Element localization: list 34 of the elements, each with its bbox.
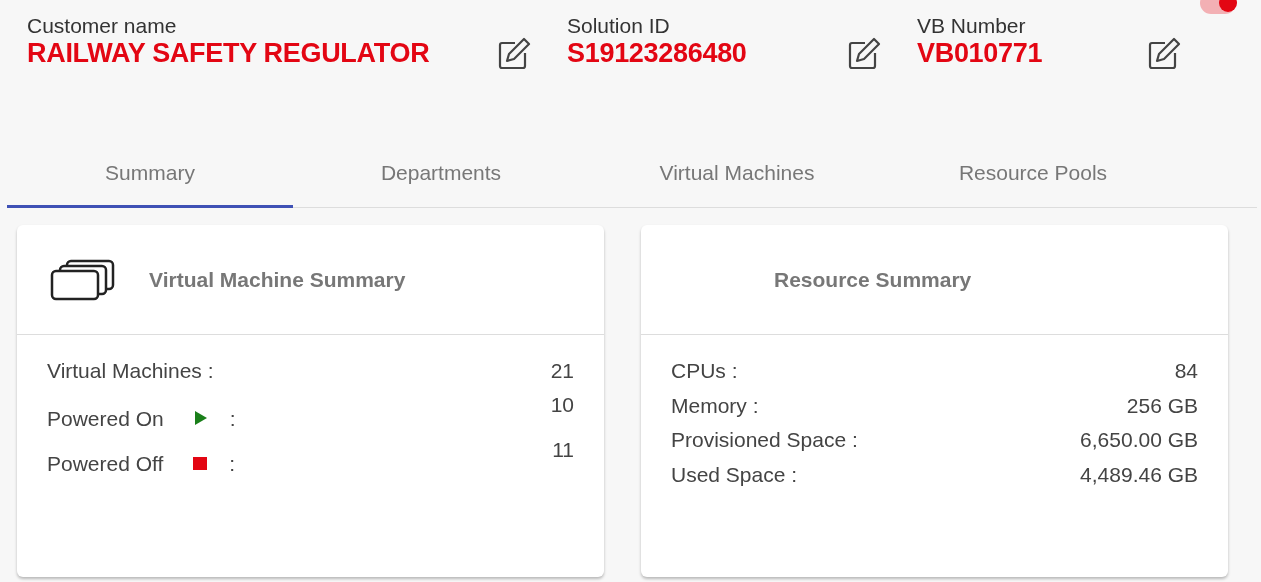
row-value: 4,489.46 GB — [1080, 461, 1198, 488]
row-value: 11 — [552, 437, 574, 463]
field-label: Solution ID — [567, 14, 671, 39]
edit-icon[interactable] — [1147, 37, 1181, 72]
row-value: 6,650.00 GB — [1080, 427, 1198, 453]
tab[interactable]: Resource Pools — [885, 140, 1181, 208]
card-title: Resource Summary — [774, 266, 972, 293]
card-title: Virtual Machine Summary — [149, 266, 406, 293]
edit-icon[interactable] — [497, 37, 531, 72]
stop-icon — [193, 456, 208, 470]
stacked-windows-icon — [50, 257, 116, 302]
row-label: Virtual Machines : — [47, 358, 214, 384]
row-label: Powered On — [47, 405, 164, 432]
row-label: CPUs : — [671, 358, 738, 384]
field-value: VB010771 — [917, 38, 1044, 70]
row-label: Provisioned Space : — [671, 427, 858, 453]
row-value: 21 — [550, 358, 574, 384]
row-label: Used Space : — [671, 461, 798, 488]
tab[interactable]: Departments — [293, 140, 589, 208]
tab[interactable]: Virtual Machines — [589, 140, 885, 208]
field-label: VB Number — [917, 14, 1027, 39]
field-value: RAILWAY SAFETY REGULATOR — [27, 38, 431, 70]
play-icon — [193, 410, 208, 427]
row-value: 10 — [550, 392, 574, 418]
row-value: 84 — [1174, 358, 1198, 384]
field-label: Customer name — [27, 14, 178, 39]
row-label: Memory : — [671, 392, 759, 419]
colon-separator: : — [229, 450, 236, 477]
field-value: S19123286480 — [567, 38, 748, 70]
colon-separator: : — [229, 405, 236, 432]
row-label: Powered Off — [47, 450, 164, 477]
tab[interactable]: Summary — [7, 140, 293, 208]
edit-icon[interactable] — [847, 37, 881, 72]
row-value: 256 GB — [1126, 392, 1198, 419]
